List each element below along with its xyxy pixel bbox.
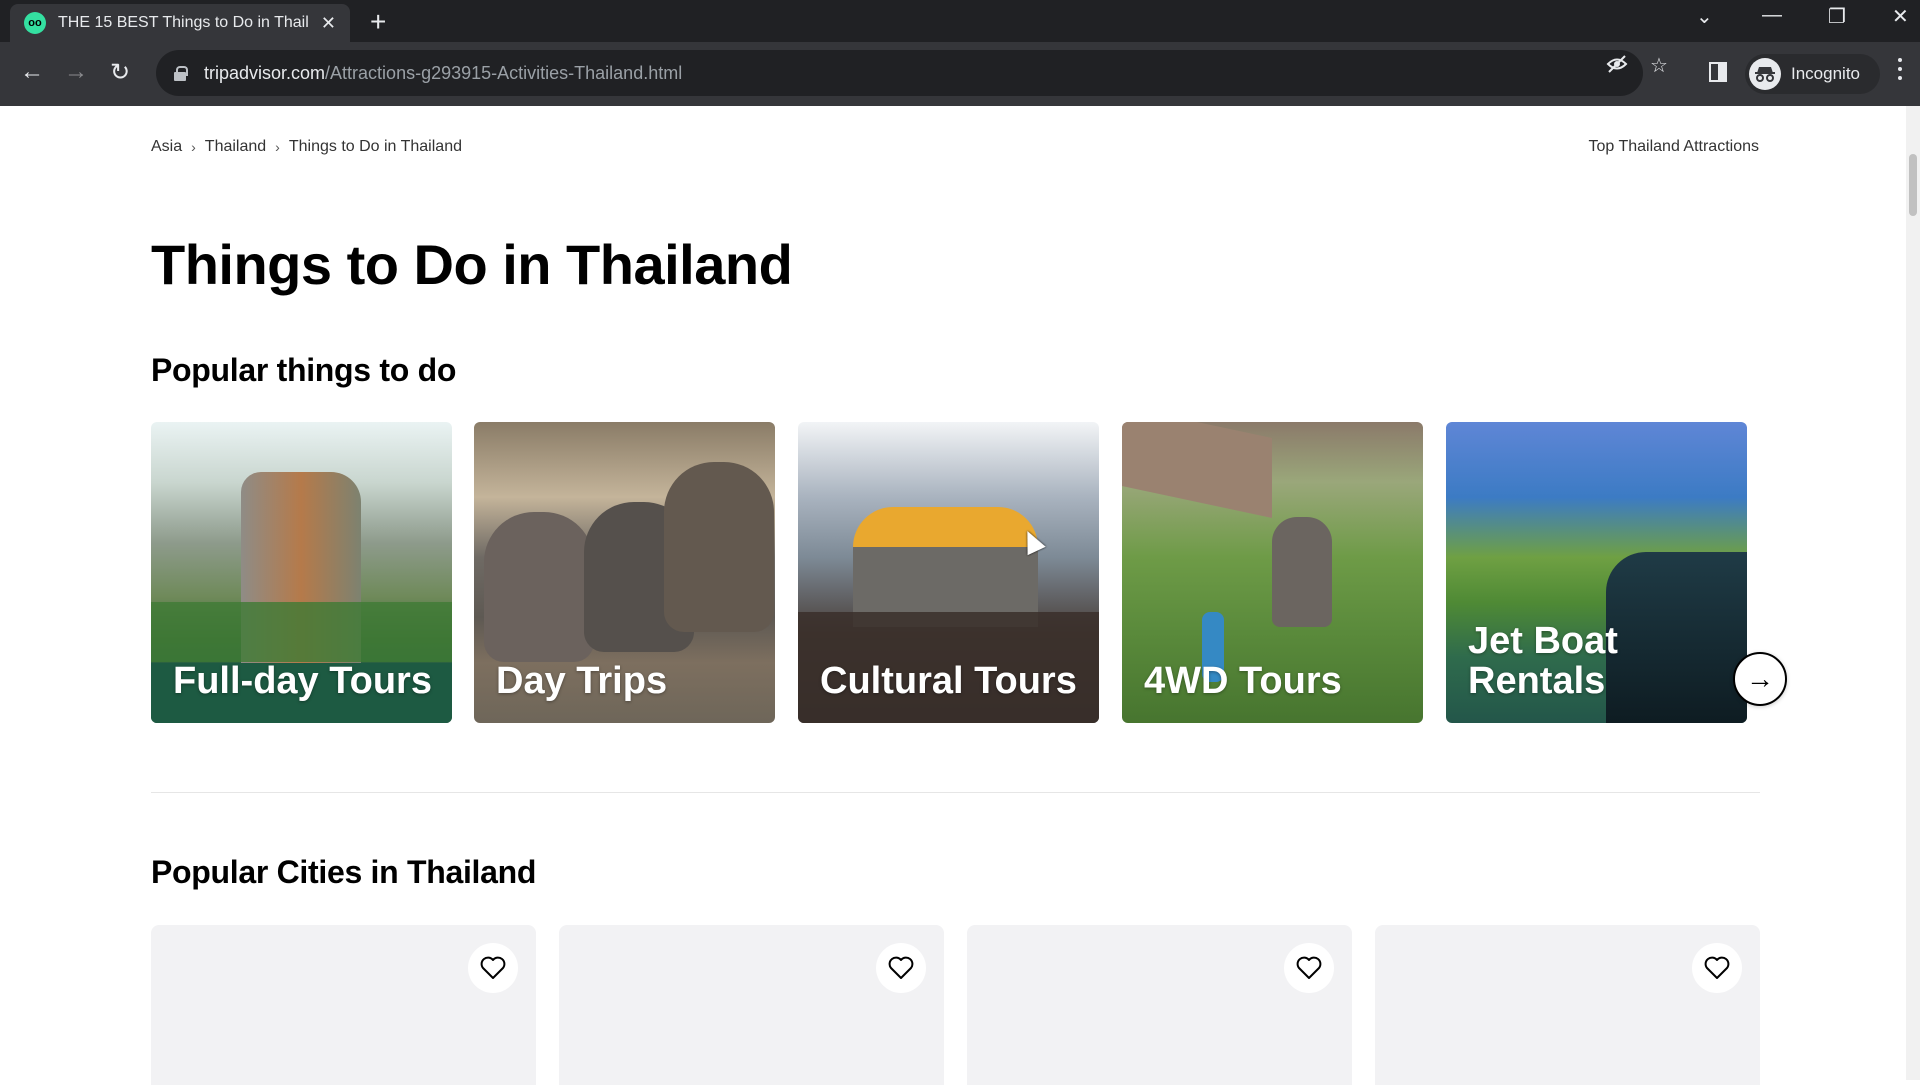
popular-cities-heading: Popular Cities in Thailand [151,854,537,890]
heart-icon [1704,956,1730,979]
section-divider [151,792,1760,793]
card-label: Full-day Tours [173,660,432,702]
breadcrumb-thailand[interactable]: Thailand [205,138,266,156]
card-label: Cultural Tours [820,660,1077,702]
page-content: Asia › Thailand › Things to Do in Thaila… [0,106,1906,1085]
carousel-next-button[interactable]: → [1733,652,1787,706]
incognito-icon [1749,58,1781,90]
restore-icon[interactable]: ❐ [1828,4,1846,29]
arrow-right-icon: → [1746,663,1774,694]
card-label: 4WD Tours [1144,660,1342,702]
breadcrumb: Asia › Thailand › Things to Do in Thaila… [151,138,462,156]
close-tab-icon[interactable]: ✕ [321,13,336,34]
url-host: tripadvisor.com [204,62,326,83]
card-label: Jet Boat Rentals [1468,620,1618,702]
category-card-full-day-tours[interactable]: Full-day Tours [151,422,452,723]
category-card-4wd-tours[interactable]: 4WD Tours [1122,422,1423,723]
elephant-image [1272,517,1332,627]
card-label: Day Trips [496,660,668,702]
city-card[interactable] [559,925,944,1085]
elephant-image [484,512,594,662]
tab-search-chevron-icon[interactable]: ⌄ [1696,4,1713,29]
side-panel-icon[interactable] [1709,62,1727,82]
new-tab-button[interactable]: + [370,6,386,38]
tab-title: THE 15 BEST Things to Do in Thailand [58,14,308,31]
back-arrow-icon[interactable]: ← [20,58,44,86]
scrollbar-thumb[interactable] [1909,154,1917,216]
breadcrumb-current: Things to Do in Thailand [288,138,462,155]
browser-tab-bar: oo THE 15 BEST Things to Do in Thailand … [0,0,1920,42]
heart-icon [480,956,506,979]
bookmark-star-icon[interactable]: ☆ [1650,53,1668,78]
page-title: Things to Do in Thailand [151,233,793,296]
breadcrumb-separator: › [191,139,196,155]
train-image [853,507,1038,547]
city-card[interactable] [967,925,1352,1085]
browser-tab[interactable]: oo THE 15 BEST Things to Do in Thailand … [10,4,350,42]
eye-off-icon[interactable] [1606,53,1628,81]
elephant-image [664,462,774,632]
forward-arrow-icon[interactable]: → [64,58,88,86]
close-window-icon[interactable]: ✕ [1892,4,1909,29]
popular-things-heading: Popular things to do [151,352,457,388]
lock-icon[interactable] [174,66,188,81]
city-card[interactable] [1375,925,1760,1085]
foliage-image [151,602,452,662]
heart-icon [1296,956,1322,979]
reload-icon[interactable]: ↻ [110,58,130,87]
browser-menu-icon[interactable] [1898,58,1904,85]
category-card-jet-boat-rentals[interactable]: Jet Boat Rentals [1446,422,1747,723]
url-path: /Attractions-g293915-Activities-Thailand… [325,62,683,83]
save-button[interactable] [468,943,518,993]
page-scrollbar[interactable] [1906,106,1920,1080]
top-attractions-link[interactable]: Top Thailand Attractions [1589,138,1759,156]
thatched-roof-image [1122,422,1272,518]
save-button[interactable] [876,943,926,993]
save-button[interactable] [1692,943,1742,993]
breadcrumb-separator: › [275,139,280,155]
address-bar[interactable]: tripadvisor.com/Attractions-g293915-Acti… [156,50,1643,96]
profile-button[interactable]: Incognito [1745,54,1880,94]
tripadvisor-owl-icon: oo [24,12,46,34]
breadcrumb-asia[interactable]: Asia [151,138,182,156]
category-card-day-trips[interactable]: Day Trips [474,422,775,723]
browser-toolbar: ← → ↻ tripadvisor.com/Attractions-g29391… [0,42,1920,106]
minimize-icon[interactable]: — [1762,4,1782,27]
profile-label: Incognito [1791,64,1860,83]
popular-things-carousel: Full-day Tours Day Trips Cultural Tours … [151,422,1751,724]
heart-icon [888,956,914,979]
category-card-cultural-tours[interactable]: Cultural Tours [798,422,1099,723]
city-card[interactable] [151,925,536,1085]
save-button[interactable] [1284,943,1334,993]
